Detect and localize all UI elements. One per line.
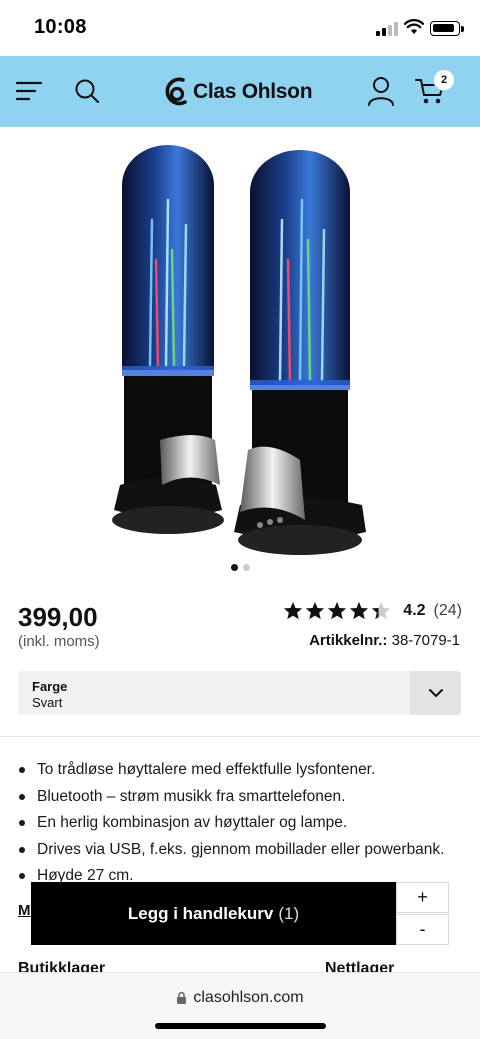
- rating-stars: [283, 601, 391, 620]
- rating-value: 4.2: [403, 601, 426, 619]
- add-to-cart-quantity: (1): [278, 903, 300, 923]
- price-note: (inkl. moms): [18, 633, 100, 650]
- feature-list: To trådløse høyttalere med effektfulle l…: [18, 757, 468, 890]
- status-time: 10:08: [34, 16, 87, 38]
- feature-item: En herlig kombinasjon av høyttaler og la…: [18, 810, 468, 837]
- article-value: 38-7079-1: [391, 632, 460, 649]
- carousel-dot-2[interactable]: [242, 564, 250, 571]
- product-price: 399,00: [18, 602, 98, 632]
- search-button[interactable]: [69, 73, 105, 109]
- article-number: Artikkelnr.: 38-7079-1: [309, 632, 460, 649]
- feature-item: To trådløse høyttalere med effektfulle l…: [18, 757, 468, 784]
- add-to-cart-label: Legg i handlekurv: [127, 903, 274, 923]
- url-text: clasohlson.com: [193, 989, 304, 1006]
- carousel-dot-1[interactable]: [230, 564, 238, 571]
- wifi-icon: [404, 19, 424, 34]
- app-header: Clas Ohlson: [0, 56, 480, 127]
- menu-button[interactable]: [11, 73, 47, 109]
- clas-ohlson-logo[interactable]: Clas Ohlson: [163, 74, 313, 110]
- star-icon: [306, 601, 325, 620]
- battery-icon: [430, 21, 460, 36]
- feature-item: Drives via USB, f.eks. gjennom mobillade…: [18, 837, 468, 864]
- signal-icon: [376, 22, 398, 36]
- account-button[interactable]: [363, 73, 399, 109]
- logo-text: Clas Ohlson: [193, 80, 313, 103]
- add-to-cart-bar: Legg i handlekurv (1) + -: [31, 882, 449, 945]
- star-icon: [284, 601, 303, 620]
- quantity-increase-button[interactable]: +: [396, 882, 449, 913]
- feature-item: Bluetooth – strøm musikk fra smarttelefo…: [18, 784, 468, 811]
- article-label: Artikkelnr.:: [309, 632, 388, 649]
- chevron-down-icon: [428, 689, 443, 697]
- divider: [0, 736, 480, 737]
- search-icon: [75, 79, 99, 103]
- color-select-label: Farge: [32, 679, 68, 694]
- color-select-value: Svart: [32, 695, 63, 710]
- product-image[interactable]: [100, 140, 380, 570]
- more-info-link[interactable]: M: [18, 902, 31, 919]
- color-select-toggle[interactable]: [410, 671, 461, 715]
- address-field[interactable]: clasohlson.com: [0, 989, 480, 1007]
- star-icon: [350, 601, 369, 620]
- user-icon: [368, 77, 394, 106]
- product-rating[interactable]: 4.2 (24): [283, 601, 462, 620]
- quantity-decrease-button[interactable]: -: [396, 914, 449, 945]
- status-bar: 10:08: [0, 0, 480, 56]
- logo-icon: [165, 77, 187, 106]
- carousel-dots: [0, 564, 480, 571]
- hamburger-icon: [16, 81, 42, 101]
- color-select[interactable]: Farge Svart: [18, 671, 461, 715]
- star-icon: [328, 601, 347, 620]
- partial-star-icon: [372, 601, 391, 620]
- add-to-cart-button[interactable]: Legg i handlekurv (1): [31, 882, 396, 945]
- browser-address-bar: clasohlson.com: [0, 972, 480, 1039]
- rating-count: (24): [433, 601, 462, 619]
- home-indicator[interactable]: [155, 1023, 326, 1029]
- lock-icon: [177, 991, 187, 1004]
- cart-count-badge: 2: [434, 70, 454, 90]
